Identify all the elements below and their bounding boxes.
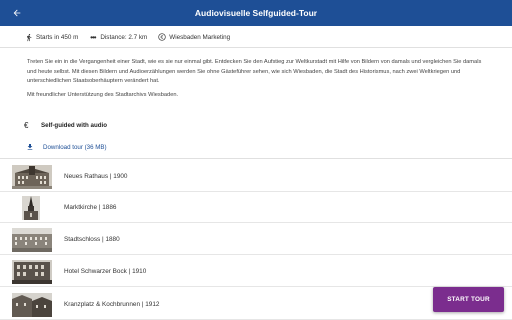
arrow-back-icon: [13, 9, 21, 17]
stop-item-neues-rathaus[interactable]: Neues Rathaus | 1900: [0, 162, 512, 192]
provider-text: Wiesbaden Marketing: [169, 33, 231, 41]
stop-label: Hotel Schwarzer Bock | 1910: [64, 268, 147, 275]
copyright-icon: [157, 33, 166, 42]
tour-distance-text: Distance: 2.7 km: [100, 33, 148, 41]
stop-label: Marktkirche | 1886: [64, 204, 117, 211]
start-distance-info: Starts in 450 m: [24, 33, 78, 42]
stop-label: Neues Rathaus | 1900: [64, 173, 128, 180]
divider: [0, 47, 512, 48]
stop-label: Kranzplatz & Kochbrunnen | 1912: [64, 301, 160, 308]
start-distance-text: Starts in 450 m: [36, 33, 79, 41]
stop-label: Stadtschloss | 1880: [64, 236, 120, 243]
tour-description: Treten Sie ein in die Vergangenheit eine…: [27, 59, 482, 85]
provider-info: Wiesbaden Marketing: [157, 33, 230, 42]
stop-item-stadtschloss[interactable]: Stadtschloss | 1880: [0, 225, 512, 255]
dots-icon: •••: [90, 32, 96, 42]
walk-icon: [24, 33, 33, 42]
tour-distance-info: ••• Distance: 2.7 km: [88, 33, 147, 42]
audio-label: Self-guided with audio: [41, 122, 107, 129]
back-button[interactable]: [9, 5, 25, 21]
stop-item-hotel-schwarzer-bock[interactable]: Hotel Schwarzer Bock | 1910: [0, 257, 512, 287]
stop-thumbnail: [12, 260, 52, 284]
start-tour-button[interactable]: START TOUR: [433, 287, 504, 312]
download-tour-button[interactable]: Download tour (36 MB): [26, 143, 107, 151]
stop-thumbnail: [22, 196, 40, 220]
stop-thumbnail: [12, 165, 52, 189]
euro-icon: €: [24, 121, 29, 130]
support-note: Mit freundlicher Unterstützung des Stadt…: [27, 92, 179, 98]
download-label: Download tour (36 MB): [43, 143, 107, 151]
tour-meta-row: Starts in 450 m ••• Distance: 2.7 km Wie…: [24, 30, 240, 44]
stop-thumbnail: [12, 293, 52, 317]
stop-item-marktkirche[interactable]: Marktkirche | 1886: [0, 193, 512, 223]
audio-info-row: € Self-guided with audio: [24, 121, 107, 130]
divider: [0, 158, 512, 159]
download-icon: [26, 143, 34, 151]
stop-thumbnail: [12, 228, 52, 252]
page-title: Audiovisuelle Selfguided-Tour: [194, 8, 318, 18]
app-bar: Audiovisuelle Selfguided-Tour: [0, 0, 512, 26]
